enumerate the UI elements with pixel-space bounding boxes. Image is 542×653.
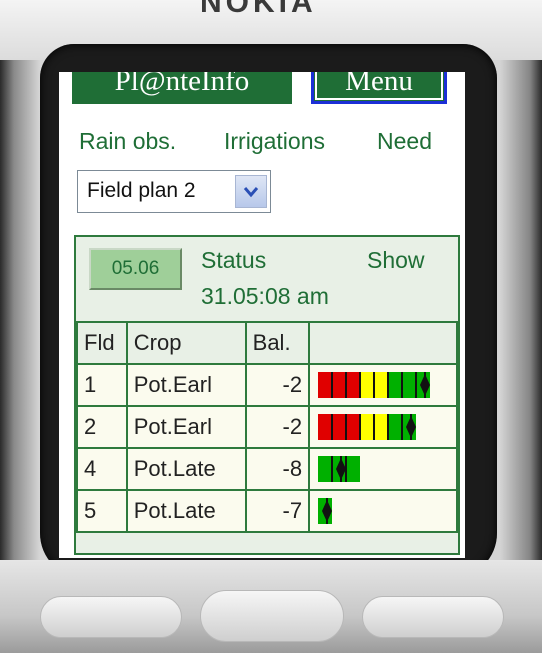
field-table: Fld Crop Bal. 1 Pot.Earl -2 2 Pot.Earl -… (76, 321, 458, 533)
app-title-button[interactable]: Pl@nteInfo (72, 72, 292, 104)
bar-segment-red (346, 372, 361, 398)
table-row[interactable]: 5 Pot.Late -7 (76, 489, 458, 533)
bar-segment-green (318, 456, 333, 482)
bar-segment-yellow (360, 414, 375, 440)
bar-segment-green (346, 456, 361, 482)
bar-segment-red (332, 414, 347, 440)
bar-segment-yellow (360, 372, 375, 398)
status-label: Status (201, 247, 267, 273)
table-row[interactable]: 1 Pot.Earl -2 (76, 363, 458, 407)
screen: Pl@nteInfo Menu Rain obs. Irrigations Ne… (59, 72, 465, 558)
col-header-fld: Fld (76, 321, 128, 365)
balance-bar (318, 456, 361, 482)
phone-frame: NOKIA Pl@nteInfo Menu Rain obs. Irrigati… (0, 0, 542, 653)
table-header-row: Fld Crop Bal. (76, 321, 458, 365)
cell-bal: -7 (244, 489, 311, 533)
cell-balance-bar (308, 405, 458, 449)
bar-segment-yellow (374, 372, 389, 398)
table-row[interactable]: 4 Pot.Late -8 (76, 447, 458, 491)
nav-rain-obs[interactable]: Rain obs. (79, 128, 176, 155)
bar-segment-yellow (374, 414, 389, 440)
cell-bal: -2 (244, 363, 311, 407)
bar-segment-red (332, 372, 347, 398)
bar-segment-green (402, 372, 417, 398)
balance-bar (318, 372, 431, 398)
bar-segment-green (388, 414, 403, 440)
show-link[interactable]: Show (367, 247, 425, 274)
col-header-bar (308, 321, 458, 365)
col-header-bal: Bal. (244, 321, 311, 365)
navi-key[interactable] (200, 590, 344, 642)
balance-bar (318, 498, 333, 524)
cell-crop: Pot.Late (125, 489, 247, 533)
cell-balance-bar (308, 447, 458, 491)
table-row[interactable]: 2 Pot.Earl -2 (76, 405, 458, 449)
phone-brand-logo: NOKIA (200, 0, 317, 19)
cell-fld: 2 (76, 405, 128, 449)
status-timestamp: 31.05:08 am (201, 283, 329, 309)
nav-irrigations[interactable]: Irrigations (224, 128, 325, 155)
cell-balance-bar (308, 363, 458, 407)
phone-keypad-area (0, 560, 542, 653)
bar-segment-green (388, 372, 403, 398)
bar-segment-red (346, 414, 361, 440)
right-soft-key[interactable] (362, 596, 504, 638)
cell-crop: Pot.Late (125, 447, 247, 491)
status-panel: 05.06 Status Show 31.05:08 am Fld Crop B… (74, 235, 460, 555)
cell-fld: 4 (76, 447, 128, 491)
cell-crop: Pot.Earl (125, 363, 247, 407)
nav-need[interactable]: Need (377, 128, 432, 155)
left-soft-key[interactable] (40, 596, 182, 638)
bar-segment-red (318, 372, 333, 398)
balance-bar (318, 414, 417, 440)
cell-crop: Pot.Earl (125, 405, 247, 449)
field-plan-select[interactable]: Field plan 2 (77, 170, 271, 213)
menu-button[interactable]: Menu (311, 72, 447, 104)
field-plan-value: Field plan 2 (87, 179, 196, 202)
cell-fld: 1 (76, 363, 128, 407)
bar-segment-red (318, 414, 333, 440)
cell-bal: -8 (244, 447, 311, 491)
cell-balance-bar (308, 489, 458, 533)
chevron-down-icon[interactable] (235, 175, 267, 208)
date-button[interactable]: 05.06 (89, 248, 182, 290)
cell-bal: -2 (244, 405, 311, 449)
col-header-crop: Crop (125, 321, 247, 365)
cell-fld: 5 (76, 489, 128, 533)
